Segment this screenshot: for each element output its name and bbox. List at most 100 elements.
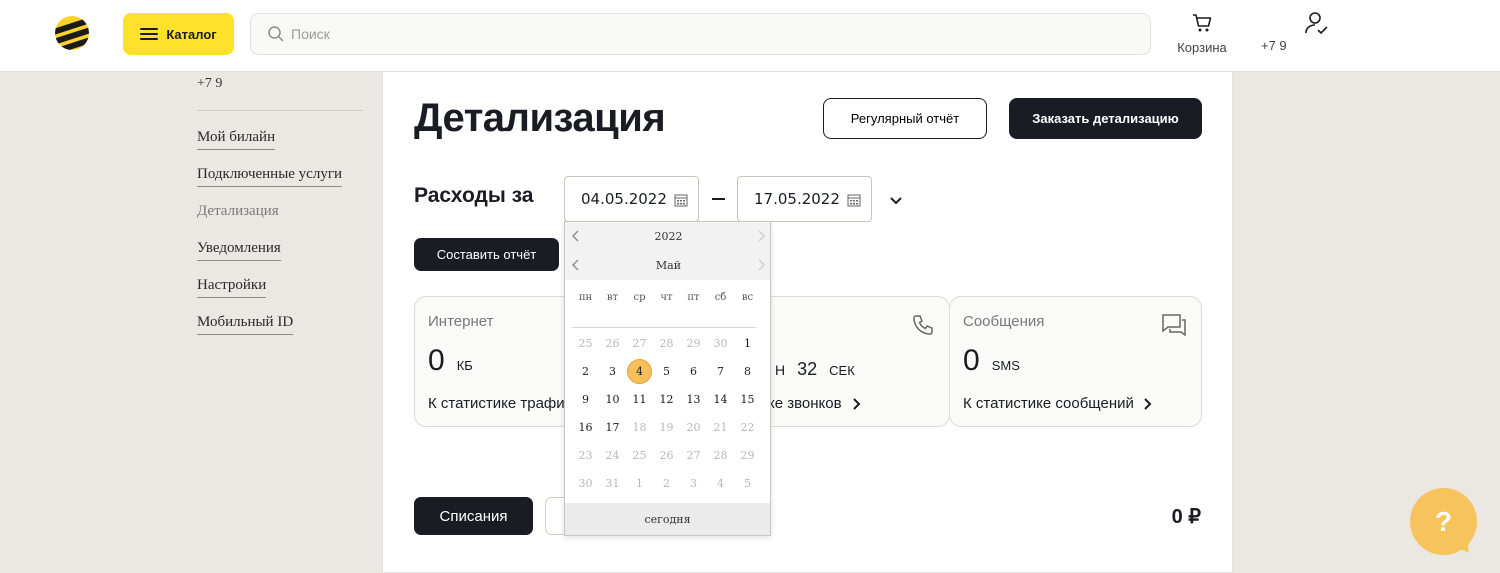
chevron-right-icon [852, 397, 861, 410]
calendar-month[interactable]: Май [656, 259, 681, 272]
cart-button[interactable]: Корзина [1172, 12, 1232, 55]
chevron-right-icon[interactable] [756, 258, 766, 272]
sidebar-item-services[interactable]: Подключенные услуги [197, 166, 343, 187]
total-amount: 0 ₽ [1171, 506, 1201, 528]
calendar-day[interactable]: 13 [680, 385, 707, 413]
chevron-right-icon[interactable] [756, 229, 766, 243]
calendar-day[interactable]: 9 [572, 385, 599, 413]
search-icon [268, 26, 284, 42]
calendar-day[interactable]: 1 [734, 329, 761, 357]
sms-stats-link[interactable]: К статистике сообщений [963, 395, 1154, 412]
internet-unit: КБ [456, 358, 473, 373]
top-header: Каталог Корзина +7 9 [0, 0, 1500, 72]
sidebar-item-mobile-id[interactable]: Мобильный ID [197, 314, 294, 335]
header-phone[interactable]: +7 9 [1261, 38, 1287, 53]
calendar-day: 28 [659, 336, 674, 350]
page-title: Детализация [414, 96, 666, 140]
calendar-year[interactable]: 2022 [655, 230, 683, 243]
calendar-day[interactable]: 8 [734, 357, 761, 385]
calendar-day[interactable]: 26 [653, 441, 680, 469]
internet-usage: 0 КБ [428, 344, 473, 378]
order-details-button[interactable]: Заказать детализацию [1009, 98, 1202, 139]
calendar-day[interactable]: 20 [680, 413, 707, 441]
sidebar-item-notifications[interactable]: Уведомления [197, 240, 281, 261]
chat-icon [1162, 314, 1186, 337]
calendar-day: 5 [744, 476, 751, 490]
calendar-today-button[interactable]: сегодня [565, 503, 770, 535]
chevron-down-icon[interactable] [886, 190, 906, 210]
date-to-value: 17.05.2022 [754, 190, 840, 208]
calendar-days-grid: 25 26 27 28 29 30 1 2 3 4 5 6 7 8 9 10 11 12 13 14 15 16 17 18 1… [572, 329, 761, 497]
calls-prefix: Н [775, 362, 786, 378]
calls-stats-link[interactable]: ке звонков [768, 395, 862, 412]
calendar-day-selected[interactable]: 4 [626, 357, 653, 385]
date-from-field[interactable]: 04.05.2022 [564, 176, 699, 222]
tab-charges[interactable]: Списания [414, 497, 533, 535]
calendar-day[interactable]: 30 [572, 469, 599, 497]
calendar-day[interactable]: 19 [653, 413, 680, 441]
sidebar-item-details: Детализация [197, 203, 279, 219]
chevron-left-icon[interactable] [571, 258, 581, 272]
calendar-day[interactable]: 7 [707, 357, 734, 385]
sms-card[interactable]: Сообщения 0 SMS К статистике сообщений [949, 296, 1202, 427]
weekday-label: вт [606, 292, 619, 303]
calendar-day[interactable]: 22 [734, 413, 761, 441]
cart-label: Корзина [1177, 40, 1227, 55]
expense-label: Расходы за [414, 184, 534, 207]
calendar-day[interactable]: 17 [599, 413, 626, 441]
calendar-day[interactable]: 6 [680, 357, 707, 385]
sidebar-item-my-beeline[interactable]: Мой билайн [197, 129, 276, 150]
calendar-day: 26 [605, 336, 620, 350]
calls-usage: Н 32 СЕК [775, 359, 855, 380]
calendar-day[interactable]: 24 [599, 441, 626, 469]
calendar-day[interactable]: 12 [653, 385, 680, 413]
calendar-day[interactable]: 14 [707, 385, 734, 413]
calendar-day[interactable]: 3 [599, 357, 626, 385]
calendar-day: 29 [686, 336, 701, 350]
calendar-month-row: Май [565, 251, 772, 280]
calendar-icon [847, 194, 861, 207]
regular-report-button[interactable]: Регулярный отчёт [823, 98, 987, 139]
make-report-button[interactable]: Составить отчёт [414, 238, 559, 271]
chevron-left-icon[interactable] [571, 229, 581, 243]
profile-button[interactable] [1304, 10, 1330, 41]
calendar-day[interactable]: 10 [599, 385, 626, 413]
calendar-day[interactable]: 16 [572, 413, 599, 441]
calendar-day[interactable]: 31 [599, 469, 626, 497]
catalog-button[interactable]: Каталог [123, 13, 234, 55]
sidebar-item-settings[interactable]: Настройки [197, 277, 267, 298]
search-input[interactable] [291, 26, 1091, 42]
chevron-right-icon [1144, 397, 1152, 410]
calendar-day[interactable]: 2 [572, 357, 599, 385]
calendar-day[interactable]: 18 [626, 413, 653, 441]
calendar-day[interactable]: 5 [653, 357, 680, 385]
search-bar[interactable] [250, 13, 1151, 55]
sms-value: 0 [963, 344, 980, 377]
internet-value: 0 [428, 344, 445, 377]
calendar-day: 1 [636, 476, 643, 490]
calendar-day[interactable]: 23 [572, 441, 599, 469]
calendar-day[interactable]: 15 [734, 385, 761, 413]
calendar-day[interactable]: 21 [707, 413, 734, 441]
calendar-day[interactable]: 29 [734, 441, 761, 469]
date-picker-popup: 2022 Май пн вт ср чт пт сб вс 25 26 27 28 29… [564, 221, 771, 536]
calendar-day: 27 [632, 336, 647, 350]
weekday-label: сб [714, 292, 727, 303]
cart-icon [1193, 14, 1212, 32]
sms-unit: SMS [991, 358, 1020, 373]
internet-card-title: Интернет [428, 313, 494, 330]
weekday-label: ср [633, 292, 646, 303]
calendar-day[interactable]: 28 [707, 441, 734, 469]
phone-icon [913, 315, 933, 335]
beeline-logo[interactable] [55, 16, 89, 50]
calls-unit: СЕК [829, 363, 855, 378]
calendar-day[interactable]: 11 [626, 385, 653, 413]
sidebar-phone: +7 9 [197, 76, 223, 91]
internet-stats-link[interactable]: К статистике трафи [428, 395, 565, 412]
help-label: ? [1434, 505, 1453, 537]
calendar-day[interactable]: 25 [626, 441, 653, 469]
calendar-day[interactable]: 27 [680, 441, 707, 469]
help-button[interactable]: ? [1410, 488, 1477, 555]
date-to-field[interactable]: 17.05.2022 [737, 176, 872, 222]
details-panel: Детализация Регулярный отчёт Заказать де… [382, 72, 1233, 573]
